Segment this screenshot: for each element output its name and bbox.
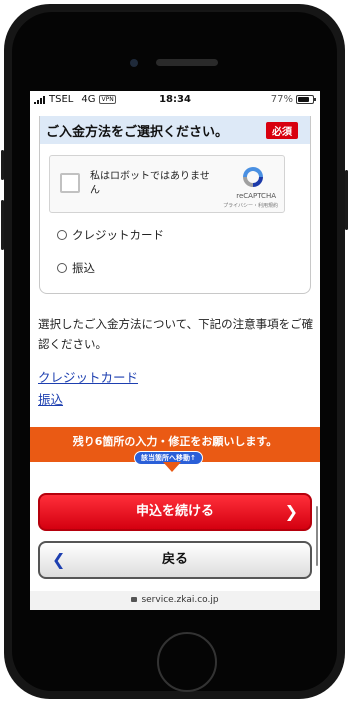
payment-method-header: ご入金方法をご選択ください。 必須 bbox=[40, 116, 310, 144]
battery-icon bbox=[296, 95, 316, 104]
remaining-fields-banner: 残り6箇所の入力・修正をお願いします。 該当箇所へ移動↑ bbox=[30, 427, 320, 465]
radio-option-credit-card[interactable]: クレジットカード bbox=[57, 227, 164, 243]
recaptcha-logo-icon bbox=[243, 167, 263, 187]
url-bar[interactable]: service.zkai.co.jp bbox=[30, 591, 320, 610]
link-transfer[interactable]: 振込 bbox=[38, 389, 63, 408]
continue-label: 申込を続ける bbox=[135, 504, 214, 519]
screen: TSEL 4G VPN 18:34 77% ご入金方法をご選択ください。 必須 … bbox=[30, 91, 320, 610]
recaptcha-label: 私はロボットではありません bbox=[90, 171, 210, 196]
radio-label: 振込 bbox=[72, 261, 95, 275]
radio-circle[interactable] bbox=[57, 230, 67, 240]
power-button bbox=[345, 170, 348, 230]
chevron-right-icon: ❯ bbox=[284, 502, 298, 521]
recaptcha-checkbox[interactable] bbox=[60, 173, 80, 193]
continue-button[interactable]: 申込を続ける ❯ bbox=[38, 493, 312, 531]
payment-method-title: ご入金方法をご選択ください。 bbox=[46, 124, 229, 140]
radio-circle[interactable] bbox=[57, 263, 67, 273]
status-right: 77% bbox=[270, 94, 316, 105]
recaptcha-privacy-links[interactable]: プライバシー・利用規約 bbox=[223, 202, 278, 209]
url-text: service.zkai.co.jp bbox=[141, 595, 219, 605]
radio-option-transfer[interactable]: 振込 bbox=[57, 260, 95, 276]
earpiece-speaker bbox=[156, 59, 218, 66]
back-button[interactable]: ❮ 戻る bbox=[38, 541, 312, 579]
chevron-left-icon: ❮ bbox=[52, 550, 66, 569]
scrollbar[interactable] bbox=[316, 506, 318, 566]
back-label: 戻る bbox=[161, 552, 188, 567]
recaptcha-widget: 私はロボットではありません reCAPTCHA プライバシー・利用規約 bbox=[49, 155, 285, 213]
front-camera bbox=[130, 59, 138, 67]
required-badge: 必須 bbox=[266, 122, 298, 139]
banner-text: 残り6箇所の入力・修正をお願いします。 bbox=[72, 435, 278, 448]
payment-note: 選択したご入金方法について、下記の注意事項をご確認ください。 bbox=[38, 317, 314, 351]
home-button[interactable] bbox=[157, 632, 217, 692]
radio-label: クレジットカード bbox=[72, 228, 164, 242]
lock-icon bbox=[131, 597, 138, 602]
link-credit-card[interactable]: クレジットカード bbox=[38, 367, 138, 386]
banner-arrow-icon bbox=[163, 462, 181, 472]
mute-switch bbox=[1, 150, 4, 180]
recaptcha-brand: reCAPTCHA bbox=[236, 192, 276, 200]
volume-up-button bbox=[1, 200, 4, 250]
status-bar: TSEL 4G VPN 18:34 77% bbox=[30, 91, 320, 109]
battery-percent: 77% bbox=[270, 94, 293, 105]
